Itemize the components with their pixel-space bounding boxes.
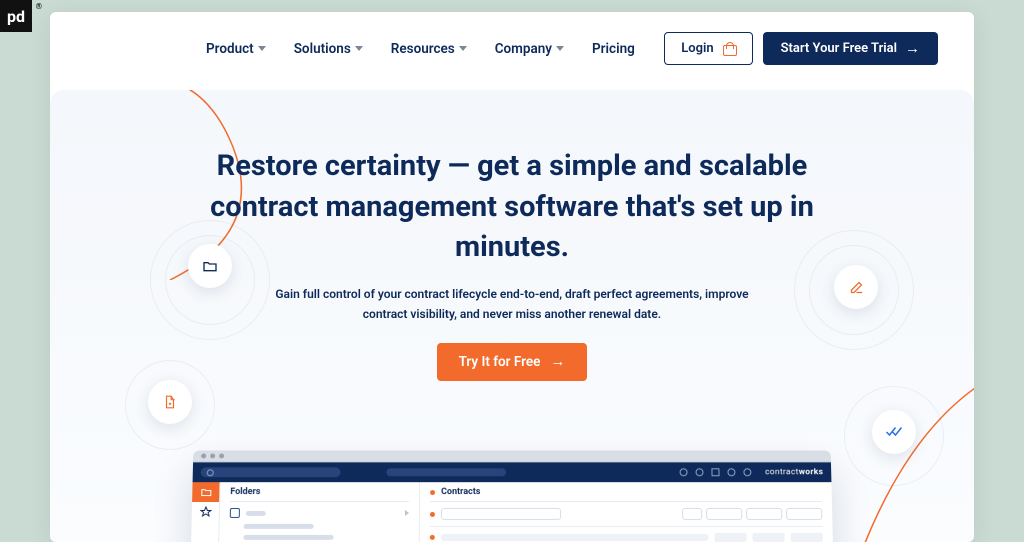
pd-logo: pd (0, 0, 32, 32)
clock-icon (679, 468, 687, 476)
mockup-nav-icons (679, 468, 751, 476)
nav-company-label: Company (495, 41, 552, 57)
window-controls-icon (201, 453, 224, 458)
file-bubble-icon (148, 380, 192, 424)
mockup-side-rail (191, 482, 221, 542)
mockup-browser-chrome (193, 451, 831, 463)
globe-icon (695, 468, 703, 476)
hero-section: Restore certainty — get a simple and sca… (50, 90, 974, 542)
contracts-header: Contracts (430, 487, 822, 502)
chevron-down-icon (258, 46, 266, 51)
arrow-right-icon: → (550, 354, 565, 369)
gear-icon (743, 468, 751, 476)
nav-product[interactable]: Product (206, 41, 266, 57)
mockup-toolbar (430, 502, 823, 527)
nav-company[interactable]: Company (495, 41, 564, 57)
login-label: Login (681, 41, 713, 56)
page-card: Product Solutions Resources Company Pric… (50, 12, 974, 542)
edit-icon (847, 278, 865, 296)
try-free-label: Try It for Free (459, 354, 541, 370)
edit-bubble-icon (834, 265, 878, 309)
hero-content: Restore certainty — get a simple and sca… (50, 90, 974, 381)
mockup-folders-panel: Folders (219, 482, 420, 542)
mockup-body: Folders Contracts (191, 482, 834, 542)
nav-solutions-label: Solutions (294, 41, 351, 57)
nav-solutions[interactable]: Solutions (294, 41, 363, 57)
nav-pricing-label: Pricing (592, 41, 635, 57)
nav-resources-label: Resources (391, 41, 455, 57)
hero-title: Restore certainty — get a simple and sca… (192, 146, 832, 268)
user-icon (727, 468, 735, 476)
grid-icon (711, 468, 719, 476)
nav-pricing[interactable]: Pricing (592, 41, 635, 57)
try-free-button[interactable]: Try It for Free → (437, 343, 588, 381)
lock-icon (722, 42, 736, 56)
chevron-down-icon (355, 46, 363, 51)
folders-header: Folders (230, 487, 409, 502)
start-trial-button[interactable]: Start Your Free Trial → (763, 32, 938, 65)
login-button[interactable]: Login (664, 32, 752, 65)
folder-icon (201, 257, 219, 275)
check-bubble-icon (872, 410, 916, 454)
folder-bubble-icon (188, 244, 232, 288)
hero-subtitle: Gain full control of your contract lifec… (252, 284, 772, 325)
nav-product-label: Product (206, 41, 254, 57)
arrow-right-icon: → (905, 41, 920, 56)
mockup-url (386, 468, 506, 476)
nav-resources[interactable]: Resources (391, 41, 467, 57)
main-header: Product Solutions Resources Company Pric… (50, 12, 974, 79)
start-trial-label: Start Your Free Trial (781, 41, 897, 56)
mockup-app-nav: contractworks (193, 462, 832, 482)
chevron-down-icon (556, 46, 564, 51)
mockup-brand: contractworks (765, 467, 823, 477)
primary-nav: Product Solutions Resources Company Pric… (206, 41, 635, 57)
rail-folder-tab (192, 482, 219, 502)
chevron-down-icon (459, 46, 467, 51)
file-icon (161, 393, 179, 411)
home-icon (230, 508, 240, 518)
search-icon (201, 467, 341, 477)
chevron-right-icon (405, 510, 409, 516)
product-mockup: contractworks Folders Con (191, 451, 834, 542)
double-check-icon (885, 423, 903, 441)
mockup-contracts-panel: Contracts (420, 482, 834, 542)
